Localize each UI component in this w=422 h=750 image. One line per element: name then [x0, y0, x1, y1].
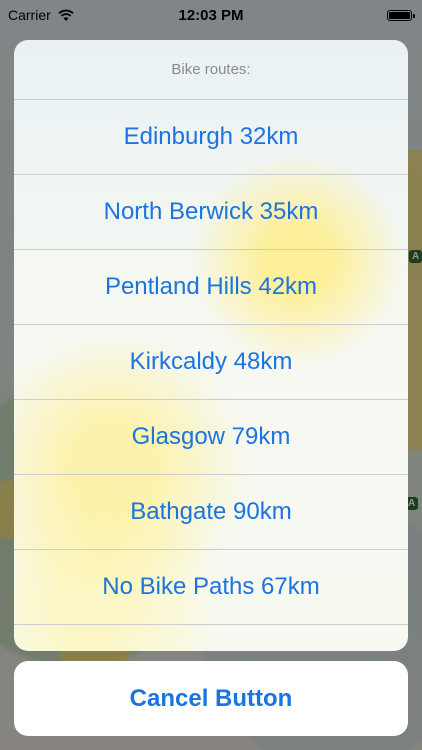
- route-option-north-berwick[interactable]: North Berwick 35km: [14, 175, 408, 250]
- route-option-bathgate[interactable]: Bathgate 90km: [14, 475, 408, 550]
- status-left: Carrier: [8, 7, 75, 23]
- status-bar: Carrier 12:03 PM: [0, 0, 422, 30]
- action-sheet: Bike routes: Edinburgh 32km North Berwic…: [14, 40, 408, 651]
- wifi-icon: [58, 9, 74, 21]
- route-option-glasgow[interactable]: Glasgow 79km: [14, 400, 408, 475]
- route-option-pentland-hills[interactable]: Pentland Hills 42km: [14, 250, 408, 325]
- battery-icon: [387, 9, 415, 21]
- carrier-label: Carrier: [8, 7, 51, 23]
- route-option-no-bike-paths[interactable]: No Bike Paths 67km: [14, 550, 408, 625]
- route-option-kirkcaldy[interactable]: Kirkcaldy 48km: [14, 325, 408, 400]
- action-sheet-title: Bike routes:: [14, 40, 408, 100]
- route-option-edinburgh[interactable]: Edinburgh 32km: [14, 100, 408, 175]
- cancel-button[interactable]: Cancel Button: [14, 661, 408, 736]
- battery-level: [389, 11, 410, 19]
- status-time: 12:03 PM: [178, 6, 244, 24]
